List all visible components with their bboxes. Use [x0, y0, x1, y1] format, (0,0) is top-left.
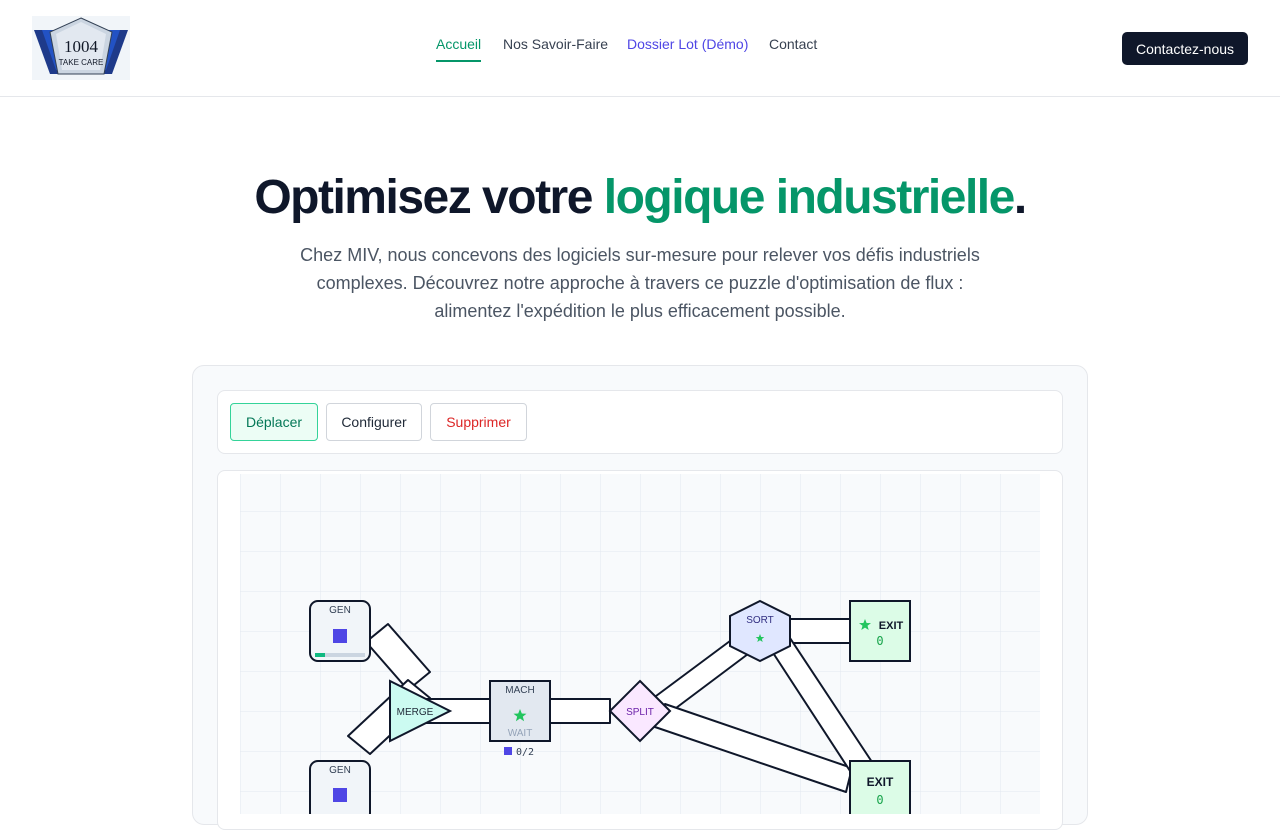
nav-link-dossier-lot[interactable]: Dossier Lot (Démo): [627, 36, 748, 62]
site-header: 1004 TAKE CARE Accueil Nos Savoir-Faire …: [0, 0, 1280, 97]
hero-subtitle: Chez MIV, nous concevons des logiciels s…: [300, 245, 980, 321]
generator-1-label: GEN: [329, 605, 351, 616]
merge-label: MERGE: [397, 707, 434, 718]
generator-1-item-icon: [333, 629, 347, 643]
machine-counter: 0/2: [516, 747, 534, 758]
hero-title-end: .: [1013, 171, 1027, 224]
generator-1-progress-fill: [315, 653, 325, 657]
machine-status: WAIT: [508, 728, 533, 739]
hero-title: Optimisez votre logique industrielle.: [0, 170, 1280, 225]
hero-title-start: Optimisez votre: [254, 171, 604, 224]
machine-label: MACH: [505, 685, 534, 696]
nav-link-savoir-faire[interactable]: Nos Savoir-Faire: [503, 36, 608, 62]
configure-tool-button[interactable]: Configurer: [326, 403, 422, 441]
machine-input-item-icon: [504, 747, 512, 755]
generator-2-label: GEN: [329, 765, 351, 776]
exit-node-1[interactable]: EXIT 0: [849, 600, 911, 662]
sort-label: SORT: [746, 615, 774, 626]
belt-sort-exit1[interactable]: [789, 618, 851, 644]
exit-1-label: EXIT: [879, 620, 904, 632]
contact-us-button[interactable]: Contactez-nous: [1122, 32, 1248, 65]
nav-link-accueil[interactable]: Accueil: [436, 36, 482, 62]
exit-2-label: EXIT: [867, 775, 894, 789]
split-label: SPLIT: [626, 707, 654, 718]
nav-link-contact[interactable]: Contact: [769, 36, 817, 62]
flow-puzzle-board[interactable]: GEN GEN MERGE MACH WAIT 0/2 SPLIT SORT E…: [240, 474, 1040, 814]
move-tool-button[interactable]: Déplacer: [230, 403, 318, 441]
delete-tool-button[interactable]: Supprimer: [430, 403, 527, 441]
generator-node-2[interactable]: GEN: [309, 760, 371, 814]
exit-1-count: 0: [876, 634, 883, 648]
hero-title-accent: logique industrielle: [603, 171, 1016, 224]
main-nav: Accueil Nos Savoir-Faire Dossier Lot (Dé…: [0, 0, 1280, 96]
generator-node-1[interactable]: GEN: [309, 600, 371, 662]
exit-2-count: 0: [876, 793, 883, 807]
exit-node-2[interactable]: EXIT 0: [849, 760, 911, 814]
belt-machine-split[interactable]: [549, 698, 611, 724]
